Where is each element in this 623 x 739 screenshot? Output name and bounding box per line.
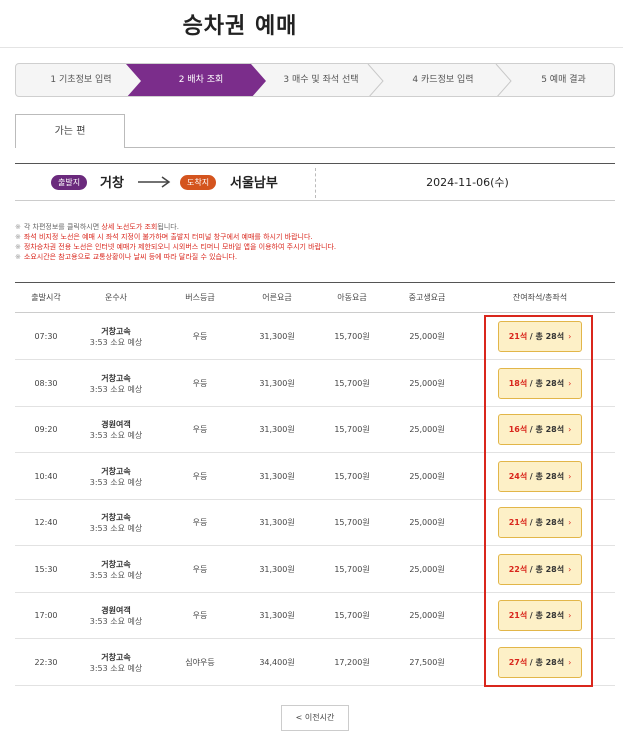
child-fare: 17,200원: [334, 657, 370, 667]
adult-fare: 31,300원: [259, 332, 295, 341]
departure-time: 07:30: [34, 332, 58, 341]
youth-fare: 25,000원: [409, 378, 445, 388]
table-header: 출발시각 운수사 버스등급 어른요금 아동요금 중고생요금 잔여좌석/총좌석: [15, 283, 615, 313]
departure-time: 08:30: [34, 378, 58, 388]
company-name: 경원여객: [101, 606, 131, 615]
route-summary: 출발지 거창 도착지 서울남부 2024-11-06(수): [15, 163, 615, 201]
duration: 3:53 소요 예상: [89, 338, 143, 347]
header-bus-grade: 버스등급: [185, 293, 215, 302]
arrow-right-icon: [138, 176, 171, 188]
youth-fare: 25,000원: [409, 611, 445, 620]
travel-date: 2024-11-06(수): [426, 176, 509, 189]
step-3: 3 매수 및 좌석 선택: [283, 75, 359, 85]
company-cell: 거창고속 3:53 소요 예상: [90, 640, 143, 686]
youth-fare: 25,000원: [409, 564, 445, 574]
bus-grade: 우등: [192, 332, 208, 341]
step-indicator: 1 기초정보 입력 2 배차 조회 3 매수 및 좌석 선택 4 카드정보 입력…: [15, 63, 615, 97]
step-4: 4 카드정보 입력: [412, 75, 474, 85]
adult-fare: 31,300원: [259, 378, 295, 388]
notice-item: ※ 각 차편정보를 클릭하시면 상세 노선도가 조회됩니다.: [15, 223, 179, 231]
departure-time: 10:40: [34, 471, 58, 481]
header-child-fare: 아동요금: [337, 293, 367, 302]
adult-fare: 31,300원: [259, 471, 295, 481]
header-departure-time: 출발시각: [31, 293, 61, 302]
duration: 3:53 소요 예상: [89, 477, 143, 487]
bus-grade: 우등: [192, 518, 208, 527]
adult-fare: 31,300원: [259, 564, 295, 574]
duration: 3:53 소요 예상: [89, 384, 143, 394]
bus-grade: 심야우등: [185, 657, 215, 667]
company-name: 거창고속: [101, 327, 131, 336]
seat-column-highlight: [484, 315, 593, 687]
step-2-active: 2 배차 조회: [178, 75, 224, 85]
company-cell: 거창고속 3:53 소요 예상: [90, 361, 143, 407]
youth-fare: 25,000원: [409, 518, 445, 527]
header-adult-fare: 어른요금: [262, 293, 292, 302]
adult-fare: 31,300원: [259, 518, 295, 527]
child-fare: 15,700원: [334, 425, 370, 434]
duration: 3:53 소요 예상: [89, 431, 143, 440]
company-cell: 경원여객 3:53 소요 예상: [90, 407, 143, 453]
duration: 3:53 소요 예상: [89, 617, 143, 626]
company-name: 거창고속: [101, 559, 131, 569]
bus-grade: 우등: [192, 564, 208, 574]
arrival-city: 서울남부: [230, 176, 278, 191]
child-fare: 15,700원: [334, 518, 370, 527]
header-youth-fare: 중고생요금: [408, 293, 446, 302]
adult-fare: 31,300원: [259, 425, 295, 434]
child-fare: 15,700원: [334, 611, 370, 620]
duration: 3:53 소요 예상: [89, 663, 143, 673]
company-name: 거창고속: [101, 373, 131, 383]
adult-fare: 31,300원: [259, 611, 295, 620]
company-name: 거창고속: [101, 513, 131, 522]
bus-grade: 우등: [192, 471, 208, 481]
tab-outbound[interactable]: 가는 편: [15, 114, 125, 148]
departure-time: 17:00: [34, 611, 58, 620]
bus-grade: 우등: [192, 425, 208, 434]
company-cell: 거창고속 3:53 소요 예상: [90, 314, 143, 360]
duration: 3:53 소요 예상: [89, 570, 143, 580]
youth-fare: 25,000원: [409, 332, 445, 341]
departure-time: 15:30: [34, 564, 58, 574]
title-divider: [0, 47, 623, 48]
notice-item: ※ 정차승차권 전용 노선은 인터넷 예매가 제한되오니 시외버스 티머니 모바일…: [15, 243, 337, 251]
notice-list: ※ 각 차편정보를 클릭하시면 상세 노선도가 조회됩니다. ※ 좌석 비지정 노선…: [15, 222, 615, 262]
step-5: 5 예매 결과: [541, 75, 586, 85]
duration: 3:53 소요 예상: [89, 524, 143, 533]
departure-badge: 출발지: [51, 175, 88, 190]
company-name: 경원여객: [101, 420, 131, 429]
tab-underline: [125, 147, 615, 148]
company-cell: 거창고속 3:53 소요 예상: [90, 500, 143, 546]
step-1: 1 기초정보 입력: [50, 75, 112, 85]
adult-fare: 34,400원: [259, 657, 295, 667]
departure-time: 09:20: [34, 425, 58, 434]
child-fare: 15,700원: [334, 332, 370, 341]
company-cell: 거창고속 3:53 소요 예상: [90, 454, 143, 500]
company-name: 거창고속: [101, 652, 131, 662]
previous-time-button[interactable]: < 이전시간: [281, 705, 349, 731]
child-fare: 15,700원: [334, 378, 370, 388]
bus-grade: 우등: [192, 611, 208, 620]
departure-time: 22:30: [34, 657, 58, 667]
child-fare: 15,700원: [334, 471, 370, 481]
company-cell: 거창고속 3:53 소요 예상: [90, 547, 143, 593]
company-cell: 경원여객 3:53 소요 예상: [90, 593, 143, 639]
youth-fare: 27,500원: [409, 657, 445, 667]
notice-item: ※ 소요시간은 참고용으로 교통상황이나 날씨 등에 따라 달라질 수 있습니다.: [15, 253, 238, 261]
header-seats: 잔여좌석/총좌석: [512, 293, 568, 302]
route-divider: [315, 168, 316, 198]
departure-time: 12:40: [34, 518, 58, 527]
departure-city: 거창: [100, 176, 124, 191]
child-fare: 15,700원: [334, 564, 370, 574]
notice-item: ※ 좌석 비지정 노선은 예매 시 좌석 지정이 불가하며 출발지 터미널 창구에…: [15, 233, 313, 241]
youth-fare: 25,000원: [409, 471, 445, 481]
bus-grade: 우등: [192, 378, 208, 388]
arrival-badge: 도착지: [180, 175, 217, 190]
youth-fare: 25,000원: [409, 425, 445, 434]
company-name: 거창고속: [101, 466, 131, 476]
page-title: 승차권 예매: [182, 14, 298, 39]
header-company: 운수사: [104, 293, 128, 302]
